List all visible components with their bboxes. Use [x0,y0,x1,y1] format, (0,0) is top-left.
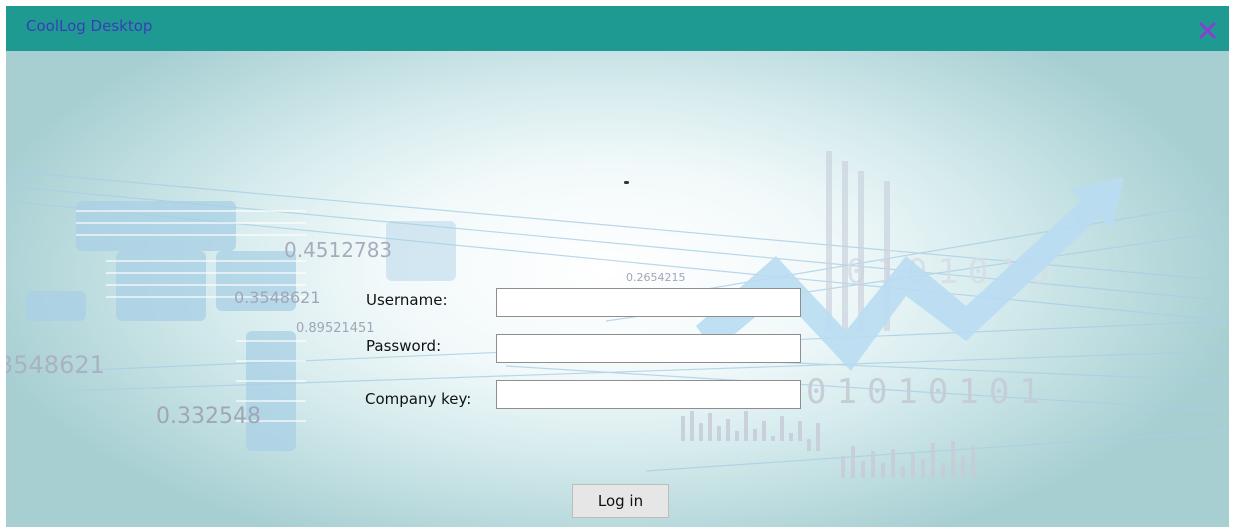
company-key-field[interactable] [496,380,801,409]
bg-number-6: 0.2654215 [626,271,686,284]
bg-binary-row: 01010101 [806,372,1050,412]
password-field[interactable] [496,334,801,363]
login-panel: 0.4512783 0.3548621 0.89521451 3548621 0… [6,51,1229,527]
username-field[interactable] [496,288,801,317]
bg-number-3: 0.89521451 [296,321,375,336]
company-key-label: Company key: [365,390,472,408]
username-label: Username: [366,291,448,309]
window-title: CoolLog Desktop [26,17,153,35]
bg-number-5: 0.332548 [156,404,261,429]
title-bar: CoolLog Desktop [6,6,1229,51]
close-icon[interactable] [1195,16,1221,42]
login-window: CoolLog Desktop 0.4512783 0.3548621 0.89… [6,6,1229,527]
bg-number-4: 3548621 [6,351,105,379]
loading-indicator [624,181,629,184]
login-button[interactable]: Log in [572,484,669,518]
password-label: Password: [366,337,442,355]
bg-number-2: 0.3548621 [234,288,321,307]
bg-number-1: 0.4512783 [284,238,392,262]
